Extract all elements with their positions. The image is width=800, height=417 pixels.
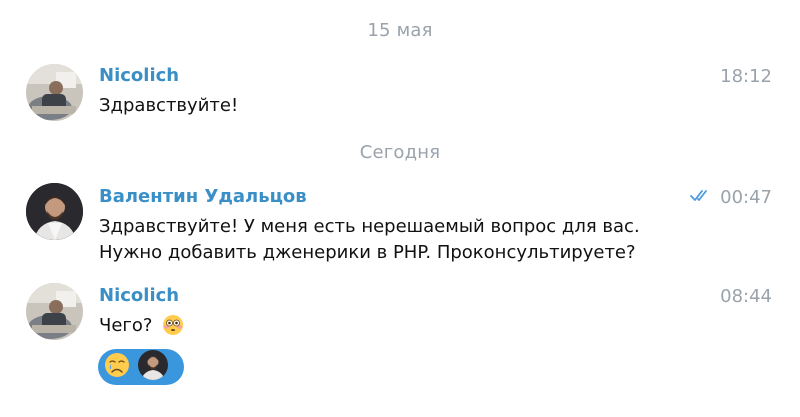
time-label: 08:44 <box>720 286 772 307</box>
sender-name[interactable]: Nicolich <box>99 65 179 86</box>
time-label: 00:47 <box>720 187 772 208</box>
avatar[interactable] <box>26 64 83 121</box>
reaction-chip[interactable] <box>98 349 184 385</box>
message-time: 08:44 <box>720 286 772 307</box>
avatar[interactable] <box>26 283 83 340</box>
sender-name[interactable]: Nicolich <box>99 285 179 306</box>
double-check-icon <box>690 187 714 208</box>
time-label: 18:12 <box>720 66 772 87</box>
message-text: Нужно добавить дженерики в PHP. Проконсу… <box>99 242 636 263</box>
crying-face-emoji <box>104 352 130 382</box>
reactor-avatar <box>138 350 168 384</box>
date-separator: 15 мая <box>367 20 433 41</box>
message-time: 00:47 <box>690 187 772 208</box>
message-text-row: Чего? <box>99 314 184 341</box>
message-time: 18:12 <box>720 66 772 87</box>
flushed-face-emoji <box>162 314 184 341</box>
message-text: Здравствуйте! <box>99 95 239 116</box>
avatar[interactable] <box>26 183 83 240</box>
chat-history: 15 мая Nicolich 18:12 Здравствуйте! Сего… <box>0 0 800 417</box>
message-text: Чего? <box>99 315 153 336</box>
message-text: Здравствуйте! У меня есть нерешаемый воп… <box>99 216 640 237</box>
date-separator: Сегодня <box>359 142 441 163</box>
sender-name[interactable]: Валентин Удальцов <box>99 186 307 207</box>
